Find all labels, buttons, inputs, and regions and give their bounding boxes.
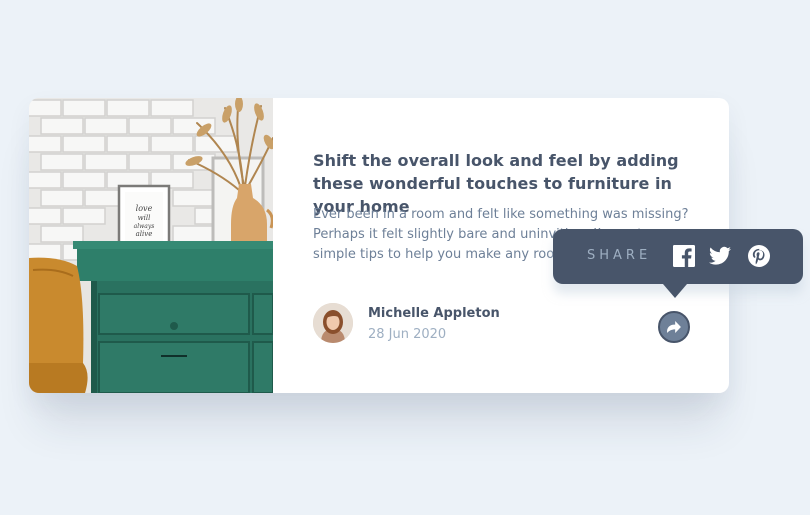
author-name[interactable]: Michelle Appleton [368,306,500,321]
share-arrow-icon [667,318,681,337]
post-date: 28 Jun 2020 [368,327,447,342]
svg-text:alive: alive [136,230,153,238]
twitter-icon[interactable] [709,246,731,268]
share-tooltip: SHARE [553,229,803,298]
share-label: SHARE [587,248,652,263]
avatar [313,303,353,343]
author-info: Michelle Appleton 28 Jun 2020 [313,303,573,345]
share-button[interactable] [658,311,690,343]
facebook-icon[interactable] [673,245,695,267]
pinterest-icon[interactable] [748,245,770,267]
svg-text:always: always [134,223,155,230]
article-image: love will always alive [29,98,273,393]
svg-text:love: love [136,204,153,213]
svg-text:will: will [138,214,151,222]
